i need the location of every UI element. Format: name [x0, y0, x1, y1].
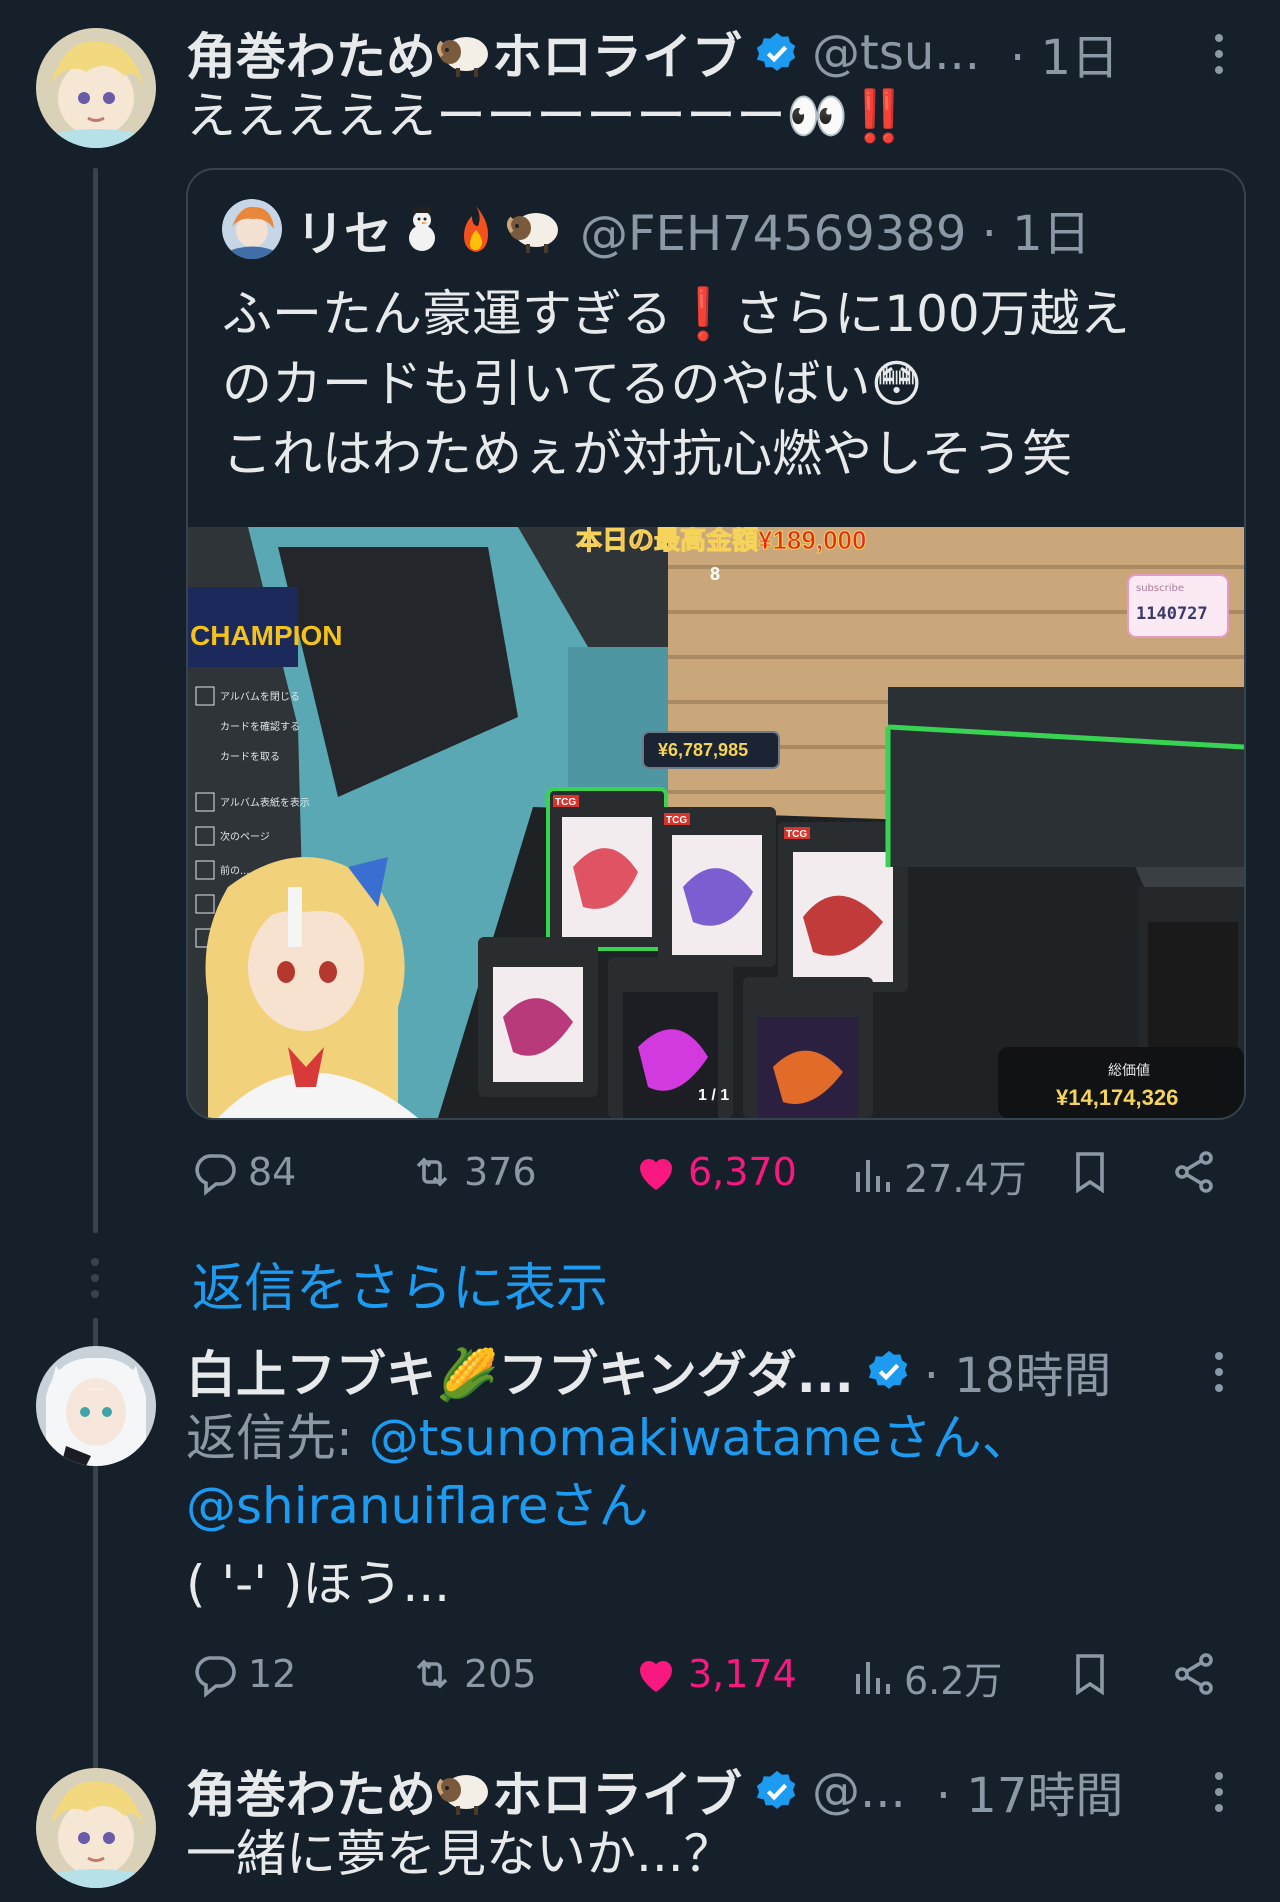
tweet3-header: 角巻わため ホロライブ @... · 17時間 [186, 1756, 1123, 1826]
tweet2-header: 白上フブキ🌽フブキングダ... · 18時間 [186, 1336, 1111, 1406]
reply-prefix: 返信先: [186, 1409, 369, 1467]
subscriber-count: 1140727 [1136, 604, 1208, 624]
more-icon[interactable] [1213, 34, 1225, 74]
author-name-suffix[interactable]: ホロライブ [492, 1755, 742, 1827]
verified-badge-icon [868, 1350, 907, 1389]
tweet-text: えええええーーーーーーー👀‼️ [186, 87, 911, 145]
share-icon [1175, 1653, 1213, 1695]
reply-icon [195, 1154, 236, 1196]
thread-line [93, 168, 98, 1233]
share-button[interactable] [1170, 1148, 1218, 1196]
menu-item-5: 次のページ [220, 830, 270, 843]
reply-to-line-1: 返信先: @tsunomakiwatameさん、 [186, 1404, 1032, 1472]
tweet-text: 一緒に夢を見ないか...？ [186, 1825, 734, 1883]
author-name[interactable]: 角巻わため [186, 17, 436, 89]
tweet-time[interactable]: · 17時間 [936, 1756, 1124, 1826]
bookmark-icon [1076, 1654, 1104, 1696]
views-icon [856, 1159, 890, 1192]
tweet-text: ( '-' )ほう... [186, 1555, 451, 1613]
retweet-count: 376 [464, 1150, 537, 1194]
tweet2-actions: 12 205 3,174 6.2万 [186, 1650, 1246, 1710]
reply-icon [195, 1656, 236, 1698]
page-indicator: 1 / 1 [698, 1087, 729, 1104]
share-icon [1175, 1151, 1213, 1193]
heart-icon [640, 1159, 672, 1190]
author-name-suffix[interactable]: ホロライブ [492, 17, 742, 89]
mention-tsunomakiwatame[interactable]: @tsunomakiwatameさん、 [369, 1409, 1032, 1467]
avatar-fubuki[interactable] [36, 1346, 156, 1466]
price-tag: ¥6,787,985 [658, 740, 748, 760]
machine-sign: CHAMPION [190, 620, 342, 651]
quote-text-line-1: ふーたん豪運すぎる❗さらに100万越え [222, 285, 1130, 343]
more-icon[interactable] [1213, 1772, 1225, 1812]
menu-item-3: カードを取る [220, 751, 280, 763]
sheep-emoji-icon [506, 204, 562, 254]
menu-item-6: 前の... [220, 864, 250, 877]
author-handle[interactable]: @tsu... [812, 25, 980, 81]
reply-count: 84 [248, 1150, 297, 1194]
verified-badge-icon [756, 1770, 796, 1809]
quote-author-name[interactable]: リセ [296, 194, 392, 264]
avatar-watame[interactable] [36, 28, 156, 148]
top-banner: 本日の最高金額¥189,000 [576, 527, 866, 555]
thread-ellipsis [91, 1258, 99, 1298]
sheep-emoji-icon [436, 28, 492, 78]
quote-text-line-3: これはわためぇが対抗心燃やしそう笑 [222, 425, 1072, 483]
retweet-button[interactable]: 205 [408, 1650, 537, 1698]
views-button[interactable]: 6.2万 [848, 1650, 1002, 1705]
reply-button[interactable]: 84 [192, 1148, 296, 1196]
quote-header: リセ @FEH74569389 · 1日 [222, 198, 1091, 262]
fire-emoji-icon [452, 204, 500, 254]
menu-item-2: カードを確認する [220, 720, 300, 733]
reply-count: 12 [248, 1652, 297, 1696]
tweet-time[interactable]: · 18時間 [924, 1336, 1112, 1406]
retweet-count: 205 [464, 1652, 537, 1696]
quote-media-image[interactable]: CHAMPION アルバムを閉じる カードを確認する カードを取る アルバム表紙… [188, 527, 1244, 1118]
tweet-time[interactable]: · 1日 [1010, 18, 1119, 88]
snowman-emoji-icon [398, 204, 446, 254]
menu-item-1: アルバムを閉じる [220, 691, 300, 703]
like-count: 3,174 [688, 1652, 797, 1696]
bookmark-icon [1076, 1152, 1104, 1194]
menu-item-4: アルバム表紙を表示 [220, 796, 310, 809]
views-icon [856, 1661, 890, 1694]
author-name[interactable]: 角巻わため [186, 1755, 436, 1827]
quote-text-line-2: のカードも引いてるのやばい😳 [222, 355, 923, 413]
bookmark-button[interactable] [1066, 1148, 1114, 1196]
like-count: 6,370 [688, 1150, 797, 1194]
heart-icon [640, 1661, 672, 1692]
bookmark-button[interactable] [1066, 1650, 1114, 1698]
card-tag-2: TCG [666, 815, 687, 826]
tweet1-actions: 84 376 6,370 27.4万 [186, 1148, 1246, 1208]
total-label: 総価値 [1108, 1063, 1150, 1079]
banner-sub: 8 [710, 564, 720, 584]
views-button[interactable]: 27.4万 [848, 1148, 1027, 1203]
share-button[interactable] [1170, 1650, 1218, 1698]
quote-avatar[interactable] [222, 199, 282, 259]
total-value: ¥14,174,326 [1056, 1085, 1178, 1110]
sheep-emoji-icon [436, 1766, 492, 1816]
avatar-watame[interactable] [36, 1768, 156, 1888]
quote-author-handle[interactable]: @FEH74569389 · 1日 [580, 194, 1091, 264]
author-name[interactable]: 白上フブキ🌽フブキングダ... [186, 1335, 854, 1407]
tweet1-header: 角巻わため ホロライブ @tsu... · 1日 [186, 18, 1119, 88]
verified-badge-icon [756, 32, 796, 71]
mention-shiranuiflare[interactable]: @shiranuiflareさん [186, 1472, 648, 1540]
card-tag-1: TCG [555, 797, 576, 808]
author-handle[interactable]: @... [812, 1763, 906, 1819]
subscribe-label: subscribe [1136, 583, 1184, 594]
show-more-replies-link[interactable]: 返信をさらに表示 [192, 1246, 608, 1321]
card-tag-3: TCG [786, 829, 807, 840]
quoted-tweet[interactable]: リセ @FEH74569389 · 1日 ふーたん豪運すぎる❗さらに100万越え… [186, 168, 1246, 1120]
reply-button[interactable]: 12 [192, 1650, 296, 1698]
views-count: 27.4万 [904, 1157, 1027, 1201]
retweet-button[interactable]: 376 [408, 1148, 537, 1196]
retweet-icon [416, 1659, 448, 1689]
game-screenshot: CHAMPION アルバムを閉じる カードを確認する カードを取る アルバム表紙… [188, 527, 1244, 1118]
like-button[interactable]: 3,174 [632, 1650, 797, 1698]
views-count: 6.2万 [904, 1659, 1003, 1703]
more-icon[interactable] [1213, 1352, 1225, 1392]
like-button[interactable]: 6,370 [632, 1148, 797, 1196]
retweet-icon [416, 1157, 448, 1187]
